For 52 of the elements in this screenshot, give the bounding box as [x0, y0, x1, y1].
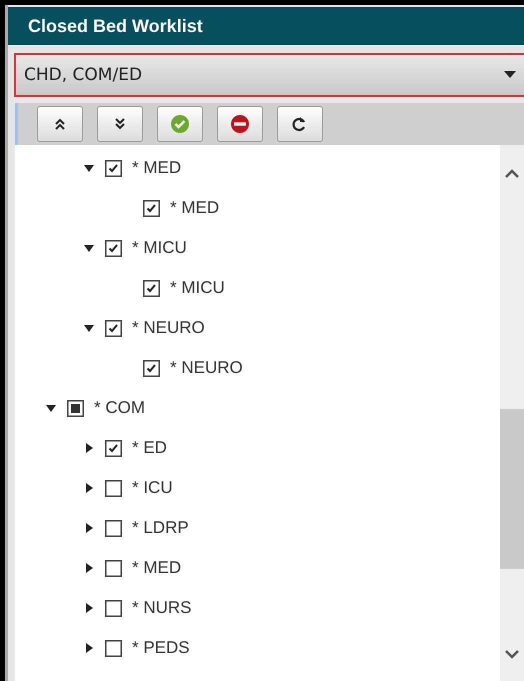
collapsed-arrow-icon[interactable] — [83, 602, 95, 614]
checkbox[interactable] — [105, 320, 122, 336]
checkbox[interactable] — [105, 440, 122, 456]
expanded-arrow-icon[interactable] — [45, 402, 57, 414]
scrollbar[interactable] — [500, 145, 524, 681]
tree-item-label[interactable]: * MICU — [132, 238, 187, 258]
collapsed-arrow-icon[interactable] — [83, 442, 95, 454]
checkbox[interactable] — [105, 560, 122, 576]
tree-item-label[interactable]: * NEURO — [132, 318, 205, 338]
double-chevron-up-icon — [54, 118, 66, 130]
checkbox[interactable] — [105, 640, 122, 656]
checkbox[interactable] — [105, 240, 122, 256]
expanded-arrow-icon[interactable] — [83, 162, 95, 174]
tree-item-label[interactable]: * ICU — [132, 478, 173, 498]
select-all-button[interactable] — [157, 106, 203, 142]
scroll-up-icon[interactable] — [504, 167, 520, 179]
checkbox[interactable] — [143, 280, 160, 296]
unit-dropdown[interactable]: CHD, COM/ED — [14, 53, 524, 97]
checkbox[interactable] — [105, 600, 122, 616]
collapsed-arrow-icon[interactable] — [83, 562, 95, 574]
checkbox[interactable] — [143, 200, 160, 216]
checkbox[interactable] — [105, 160, 122, 176]
window-title: Closed Bed Worklist — [8, 7, 524, 45]
double-chevron-down-icon — [114, 118, 126, 130]
tree-item-label[interactable]: * PEDS — [132, 638, 190, 658]
checkbox[interactable] — [143, 360, 160, 376]
tree-item-label[interactable]: * LDRP — [132, 518, 189, 538]
tree-item-label[interactable]: * ED — [132, 438, 167, 458]
collapsed-arrow-icon[interactable] — [83, 522, 95, 534]
dropdown-arrow-icon — [504, 71, 516, 79]
expand-all-button[interactable] — [37, 106, 83, 142]
collapsed-arrow-icon[interactable] — [83, 642, 95, 654]
no-entry-icon — [230, 114, 250, 134]
refresh-button[interactable] — [277, 106, 323, 142]
tree-item-label[interactable]: * NEURO — [170, 358, 243, 378]
scrollbar-thumb[interactable] — [500, 409, 524, 569]
tree-item-label[interactable]: * COM — [94, 398, 145, 418]
clear-all-button[interactable] — [217, 106, 263, 142]
collapse-all-button[interactable] — [97, 106, 143, 142]
tree-item-label[interactable]: * MICU — [170, 278, 225, 298]
tree-item-label[interactable]: * NURS — [132, 598, 192, 618]
checkbox[interactable] — [105, 480, 122, 496]
checkbox[interactable] — [67, 400, 84, 416]
tree-item-label[interactable]: * MED — [170, 198, 220, 218]
expanded-arrow-icon[interactable] — [83, 242, 95, 254]
check-circle-icon — [170, 114, 190, 134]
scroll-down-icon[interactable] — [504, 649, 520, 661]
tree-item-label[interactable]: * MED — [132, 558, 182, 578]
checkbox[interactable] — [105, 520, 122, 536]
collapsed-arrow-icon[interactable] — [83, 482, 95, 494]
tree-item-label[interactable]: * MED — [132, 158, 182, 178]
expanded-arrow-icon[interactable] — [83, 322, 95, 334]
